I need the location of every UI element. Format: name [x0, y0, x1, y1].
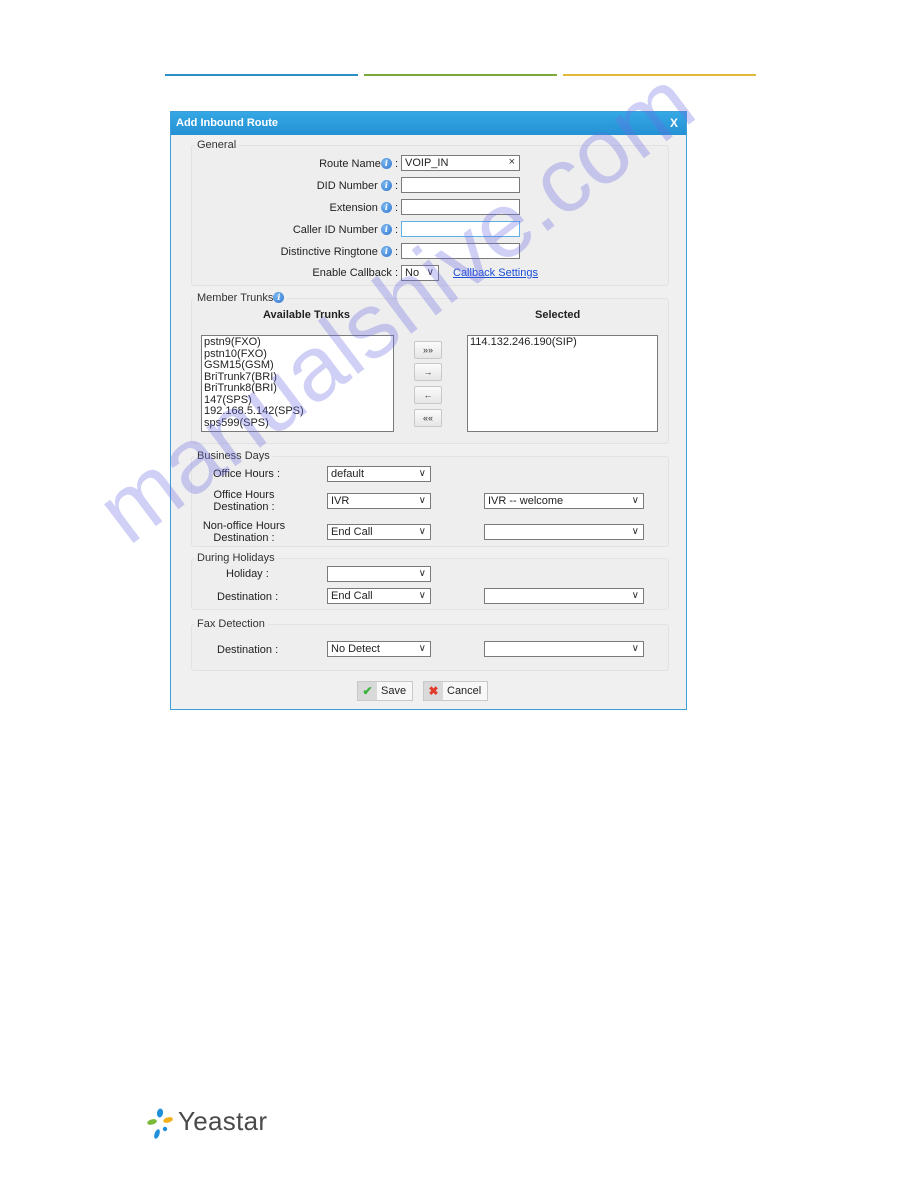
ringtone-input[interactable] — [401, 243, 520, 259]
add-inbound-route-dialog: Add Inbound Route X General Route Name i … — [170, 111, 687, 710]
office-hours-destination-label: Office Hours Destination : — [213, 489, 275, 513]
did-number-input[interactable] — [401, 177, 520, 193]
enable-callback-label: Enable Callback : — [312, 267, 398, 279]
chevron-down-icon: ∨ — [418, 495, 426, 506]
non-office-hours-destination-label: Non-office Hours Destination : — [202, 520, 286, 544]
fax-target-select[interactable]: ∨ — [484, 641, 644, 657]
office-hours-destination-select[interactable]: IVR ∨ — [327, 493, 431, 509]
list-item[interactable]: 192.168.5.142(SPS) — [204, 405, 391, 418]
add-all-trunks-button[interactable]: »» — [414, 341, 442, 359]
list-item[interactable]: sps599(SPS) — [204, 417, 391, 430]
fax-detection-legend: Fax Detection — [197, 618, 265, 630]
did-number-label: DID Number i : — [316, 180, 398, 192]
chevron-down-icon: ∨ — [631, 590, 639, 601]
info-icon[interactable]: i — [380, 158, 392, 169]
holiday-label: Holiday : — [226, 568, 269, 580]
yeastar-logo-text: Yeastar — [178, 1106, 268, 1136]
info-icon[interactable]: i — [380, 224, 392, 235]
list-item[interactable]: 114.132.246.190(SIP) — [470, 336, 655, 349]
route-name-label: Route Name i : — [319, 158, 398, 170]
dialog-title: Add Inbound Route — [176, 117, 279, 129]
yeastar-logo-icon — [147, 1108, 173, 1139]
chevron-down-icon: ∨ — [418, 568, 426, 579]
yeastar-logo: Yeastar — [146, 1106, 267, 1145]
holiday-destination-label: Destination : — [217, 591, 279, 603]
remove-all-trunks-button[interactable]: «« — [414, 409, 442, 427]
member-trunks-legend: Member Trunks i — [194, 292, 287, 304]
office-hours-select[interactable]: default ∨ — [327, 466, 431, 482]
selected-trunks-list[interactable]: 114.132.246.190(SIP) — [467, 335, 658, 432]
chevron-down-icon: ∨ — [418, 526, 426, 537]
close-button[interactable]: X — [670, 112, 678, 135]
available-trunks-header: Available Trunks — [263, 309, 351, 321]
chevron-down-icon: ∨ — [631, 643, 639, 654]
general-legend: General — [197, 139, 237, 151]
save-button[interactable]: ✔ Save — [357, 681, 414, 701]
info-icon[interactable]: i — [380, 180, 392, 191]
list-item[interactable]: BriTrunk8(BRI) — [204, 382, 391, 395]
chevron-down-icon: ∨ — [426, 267, 434, 278]
info-icon[interactable]: i — [273, 292, 285, 303]
office-hours-label: Office Hours : — [213, 468, 281, 480]
add-trunk-button[interactable]: → — [414, 363, 442, 381]
holiday-destination-select[interactable]: End Call ∨ — [327, 588, 431, 604]
business-days-legend: Business Days — [197, 450, 270, 462]
header-line-blue — [165, 74, 358, 76]
ringtone-label: Distinctive Ringtone i : — [280, 246, 398, 258]
extension-input[interactable] — [401, 199, 520, 215]
cancel-button[interactable]: ✖ Cancel — [423, 681, 489, 701]
enable-callback-select[interactable]: No ∨ — [401, 265, 439, 281]
checkmark-icon: ✔ — [358, 682, 377, 700]
fax-destination-label: Destination : — [217, 644, 279, 656]
chevron-down-icon: ∨ — [418, 643, 426, 654]
extension-label: Extension i : — [329, 202, 398, 214]
available-trunks-list[interactable]: pstn9(FXO) pstn10(FXO) GSM15(GSM) BriTru… — [201, 335, 394, 432]
holiday-target-select[interactable]: ∨ — [484, 588, 644, 604]
holidays-legend: During Holidays — [197, 552, 275, 564]
non-office-hours-target-select[interactable]: ∨ — [484, 524, 644, 540]
chevron-down-icon: ∨ — [418, 590, 426, 601]
list-item[interactable]: GSM15(GSM) — [204, 359, 391, 372]
chevron-down-icon: ∨ — [631, 495, 639, 506]
list-item[interactable]: pstn9(FXO) — [204, 336, 391, 349]
caller-id-label: Caller ID Number i : — [292, 224, 398, 236]
x-icon: ✖ — [424, 682, 443, 700]
fax-destination-select[interactable]: No Detect ∨ — [327, 641, 431, 657]
office-hours-target-select[interactable]: IVR -- welcome ∨ — [484, 493, 644, 509]
caller-id-input[interactable] — [401, 221, 520, 237]
clear-icon[interactable]: × — [509, 156, 515, 168]
dialog-titlebar: Add Inbound Route X — [171, 112, 686, 135]
chevron-down-icon: ∨ — [631, 526, 639, 537]
callback-settings-link[interactable]: Callback Settings — [453, 267, 538, 279]
selected-trunks-header: Selected — [535, 309, 581, 321]
header-line-green — [364, 74, 557, 76]
holiday-select[interactable]: ∨ — [327, 566, 431, 582]
chevron-down-icon: ∨ — [418, 468, 426, 479]
route-name-input[interactable]: VOIP_IN × — [401, 155, 520, 171]
header-line-yellow — [563, 74, 756, 76]
non-office-hours-destination-select[interactable]: End Call ∨ — [327, 524, 431, 540]
remove-trunk-button[interactable]: ← — [414, 386, 442, 404]
info-icon[interactable]: i — [380, 246, 392, 257]
info-icon[interactable]: i — [380, 202, 392, 213]
